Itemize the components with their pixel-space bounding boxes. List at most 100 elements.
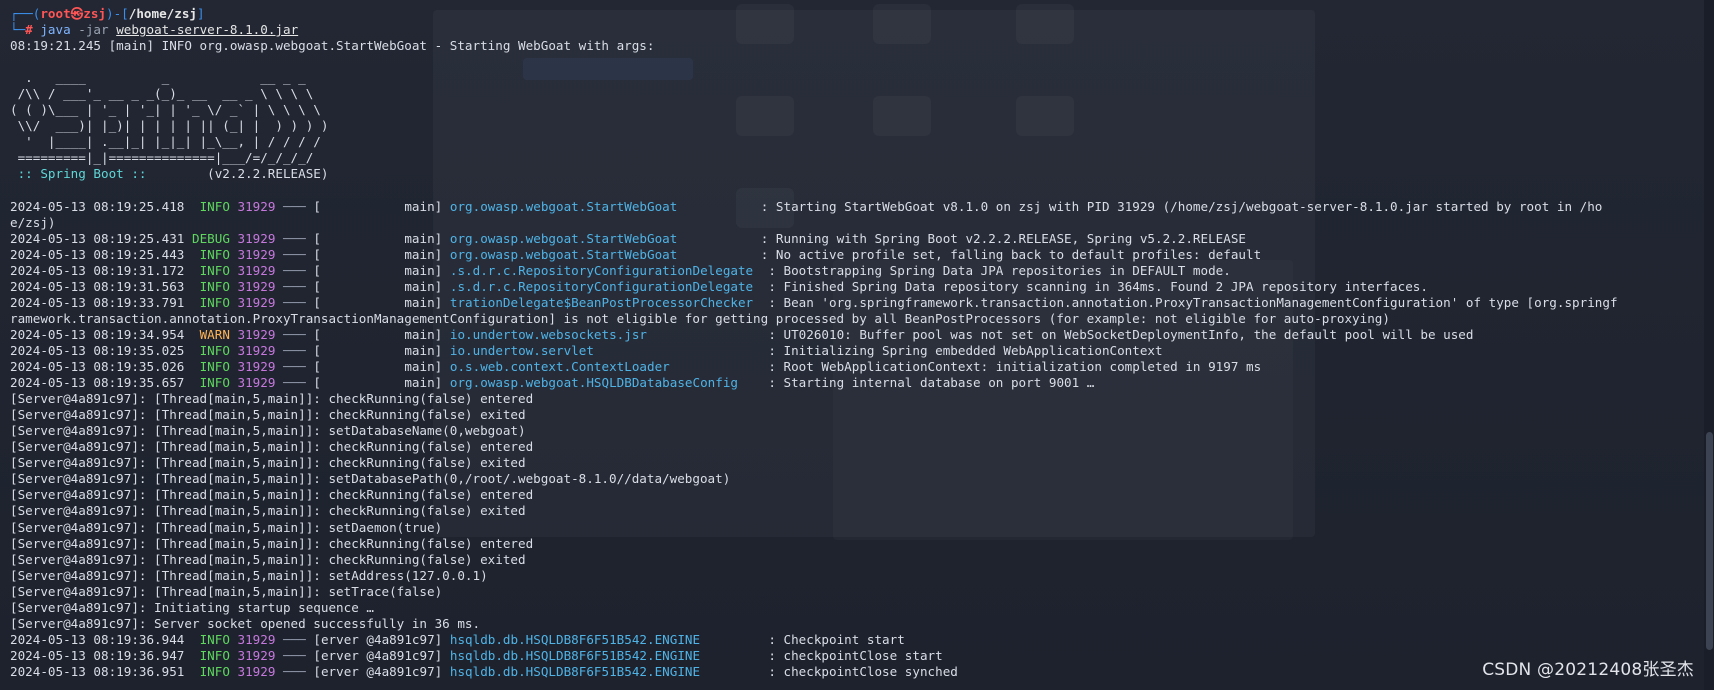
log-thread: [ main] bbox=[313, 278, 443, 294]
watermark: CSDN @20212408张圣杰 bbox=[1482, 660, 1694, 680]
log-level: INFO bbox=[191, 262, 230, 278]
prompt-symbol: # bbox=[25, 22, 41, 38]
log-message: : UT026010: Buffer pool was not set on W… bbox=[768, 326, 1474, 342]
log-timestamp: 2024-05-13 08:19:31.563 bbox=[10, 278, 185, 294]
log-logger: io.undertow.websockets.jsr bbox=[449, 326, 761, 342]
prompt-user: root㉿zsj bbox=[40, 6, 107, 21]
log-level: WARN bbox=[191, 326, 230, 342]
log-line: 2024-05-13 08:19:25.418 INFO 31929 ─── [… bbox=[10, 199, 1618, 215]
log-thread: [ main] bbox=[313, 294, 443, 310]
log-pid: 31929 bbox=[237, 230, 276, 246]
log-dash: ─── bbox=[283, 375, 306, 391]
log-dash: ─── bbox=[283, 359, 306, 375]
log-pid: 31929 bbox=[237, 198, 276, 214]
start-line: 08:19:21.245 [main] INFO org.owasp.webgo… bbox=[10, 38, 655, 54]
log-level: INFO bbox=[191, 647, 230, 663]
log-line: [Server@4a891c97]: [Thread[main,5,main]]… bbox=[10, 391, 1618, 407]
log-dash: ─── bbox=[283, 342, 306, 358]
banner-line: =========|_|==============|___/=/_/_/_/ bbox=[10, 150, 314, 166]
prompt-line-command[interactable]: └─# java -jar webgoat-server-8.1.0.jar bbox=[10, 22, 1618, 38]
log-pid: 31929 bbox=[237, 294, 276, 310]
terminal-scrollbar[interactable] bbox=[1704, 0, 1714, 690]
log-line: [Server@4a891c97]: [Thread[main,5,main]]… bbox=[10, 568, 1618, 584]
log-timestamp: 2024-05-13 08:19:35.026 bbox=[10, 359, 185, 375]
log-line: [Server@4a891c97]: [Thread[main,5,main]]… bbox=[10, 552, 1618, 568]
terminal-window[interactable]: ┌──(root㉿zsj)-[/home/zsj] └─# java -jar w… bbox=[0, 0, 1714, 690]
log-logger: org.owasp.webgoat.StartWebGoat bbox=[449, 230, 754, 246]
log-pid: 31929 bbox=[237, 326, 276, 342]
log-dash: ─── bbox=[283, 230, 306, 246]
log-pid: 31929 bbox=[237, 246, 276, 262]
log-logger: trationDelegate$BeanPostProcessorChecker bbox=[449, 294, 761, 310]
log-text: e/zsj) bbox=[10, 214, 56, 230]
log-timestamp: 2024-05-13 08:19:25.431 bbox=[10, 230, 185, 246]
log-text: [Server@4a891c97]: [Thread[main,5,main]]… bbox=[10, 455, 526, 471]
prompt-path: /home/zsj bbox=[128, 6, 198, 21]
log-line: 2024-05-13 08:19:35.025 INFO 31929 ─── [… bbox=[10, 343, 1618, 359]
log-thread: [ main] bbox=[313, 246, 443, 262]
banner-line: /\\ / ___'_ __ _ _(_)_ __ __ _ \ \ \ \ bbox=[10, 86, 314, 102]
command-name: java bbox=[40, 22, 71, 38]
log-line: 2024-05-13 08:19:31.563 INFO 31929 ─── [… bbox=[10, 279, 1618, 295]
log-dash: ─── bbox=[283, 326, 306, 342]
log-text: [Server@4a891c97]: [Thread[main,5,main]]… bbox=[10, 503, 526, 519]
log-thread: [ main] bbox=[313, 230, 443, 246]
log-thread: [ main] bbox=[313, 342, 443, 358]
prompt-line-top: ┌──(root㉿zsj)-[/home/zsj] bbox=[10, 6, 1618, 22]
log-line: 2024-05-13 08:19:33.791 INFO 31929 ─── [… bbox=[10, 295, 1618, 311]
prompt-frame: )-[ bbox=[106, 6, 129, 21]
log-level: INFO bbox=[191, 198, 230, 214]
log-dash: ─── bbox=[283, 663, 306, 679]
log-thread: [ main] bbox=[313, 375, 443, 391]
log-text: [Server@4a891c97]: Initiating startup se… bbox=[10, 599, 374, 615]
log-text: [Server@4a891c97]: [Thread[main,5,main]]… bbox=[10, 551, 526, 567]
log-line: [Server@4a891c97]: [Thread[main,5,main]]… bbox=[10, 471, 1618, 487]
log-text: ramework.transaction.annotation.ProxyTra… bbox=[10, 310, 1390, 326]
scrollbar-thumb[interactable] bbox=[1706, 432, 1713, 650]
log-logger: hsqldb.db.HSQLDB8F6F51B542.ENGINE bbox=[449, 647, 761, 663]
log-timestamp: 2024-05-13 08:19:25.418 bbox=[10, 198, 185, 214]
banner-line: \\/ ___)| |_)| | | | | || (_| | ) ) ) ) bbox=[10, 118, 329, 134]
log-text: [Server@4a891c97]: [Thread[main,5,main]]… bbox=[10, 391, 534, 407]
log-timestamp: 2024-05-13 08:19:31.172 bbox=[10, 262, 185, 278]
banner-line bbox=[10, 54, 1618, 70]
log-timestamp: 2024-05-13 08:19:36.951 bbox=[10, 663, 185, 679]
log-message: : checkpointClose synched bbox=[768, 663, 958, 679]
log-message: : Starting StartWebGoat v8.1.0 on zsj wi… bbox=[760, 198, 1603, 214]
log-output: 2024-05-13 08:19:25.418 INFO 31929 ─── [… bbox=[10, 199, 1618, 680]
terminal-output[interactable]: ┌──(root㉿zsj)-[/home/zsj] └─# java -jar w… bbox=[10, 6, 1618, 680]
spring-boot-version-line: :: Spring Boot :: (v2.2.2.RELEASE) bbox=[10, 166, 1618, 182]
command-arg: -jar bbox=[70, 22, 117, 38]
command-file-link[interactable]: webgoat-server-8.1.0.jar bbox=[116, 22, 298, 37]
log-text: [Server@4a891c97]: [Thread[main,5,main]]… bbox=[10, 407, 526, 423]
log-line: [Server@4a891c97]: [Thread[main,5,main]]… bbox=[10, 407, 1618, 423]
log-level: INFO bbox=[191, 663, 230, 679]
spring-boot-label: :: Spring Boot :: bbox=[10, 166, 155, 182]
banner-line: ( ( )\___ | '_ | '_| | '_ \/ _` | \ \ \ … bbox=[10, 102, 321, 118]
log-message: : Bean 'org.springframework.transaction.… bbox=[768, 294, 1618, 310]
log-thread: [erver @4a891c97] bbox=[313, 631, 443, 647]
log-message: : Bootstrapping Spring Data JPA reposito… bbox=[768, 262, 1231, 278]
spring-boot-version: (v2.2.2.RELEASE) bbox=[154, 166, 329, 182]
log-timestamp: 2024-05-13 08:19:35.025 bbox=[10, 342, 185, 358]
log-thread: [erver @4a891c97] bbox=[313, 663, 443, 679]
log-dash: ─── bbox=[283, 246, 306, 262]
log-text: [Server@4a891c97]: [Thread[main,5,main]]… bbox=[10, 567, 488, 583]
prompt-frame: ┌──( bbox=[10, 6, 41, 21]
log-pid: 31929 bbox=[237, 631, 276, 647]
log-pid: 31929 bbox=[237, 375, 276, 391]
log-timestamp: 2024-05-13 08:19:33.791 bbox=[10, 294, 185, 310]
log-message: : Running with Spring Boot v2.2.2.RELEAS… bbox=[760, 230, 1247, 246]
log-line: [Server@4a891c97]: [Thread[main,5,main]]… bbox=[10, 455, 1618, 471]
log-level: INFO bbox=[191, 294, 230, 310]
log-timestamp: 2024-05-13 08:19:36.944 bbox=[10, 631, 185, 647]
log-text: [Server@4a891c97]: [Thread[main,5,main]]… bbox=[10, 471, 731, 487]
log-thread: [ main] bbox=[313, 359, 443, 375]
log-message: : No active profile set, falling back to… bbox=[760, 246, 1262, 262]
log-pid: 31929 bbox=[237, 342, 276, 358]
log-dash: ─── bbox=[283, 647, 306, 663]
log-level: INFO bbox=[191, 246, 230, 262]
log-message: : Initializing Spring embedded WebApplic… bbox=[768, 342, 1163, 358]
log-logger: org.owasp.webgoat.HSQLDBDatabaseConfig bbox=[449, 375, 761, 391]
log-line: e/zsj) bbox=[10, 215, 1618, 231]
